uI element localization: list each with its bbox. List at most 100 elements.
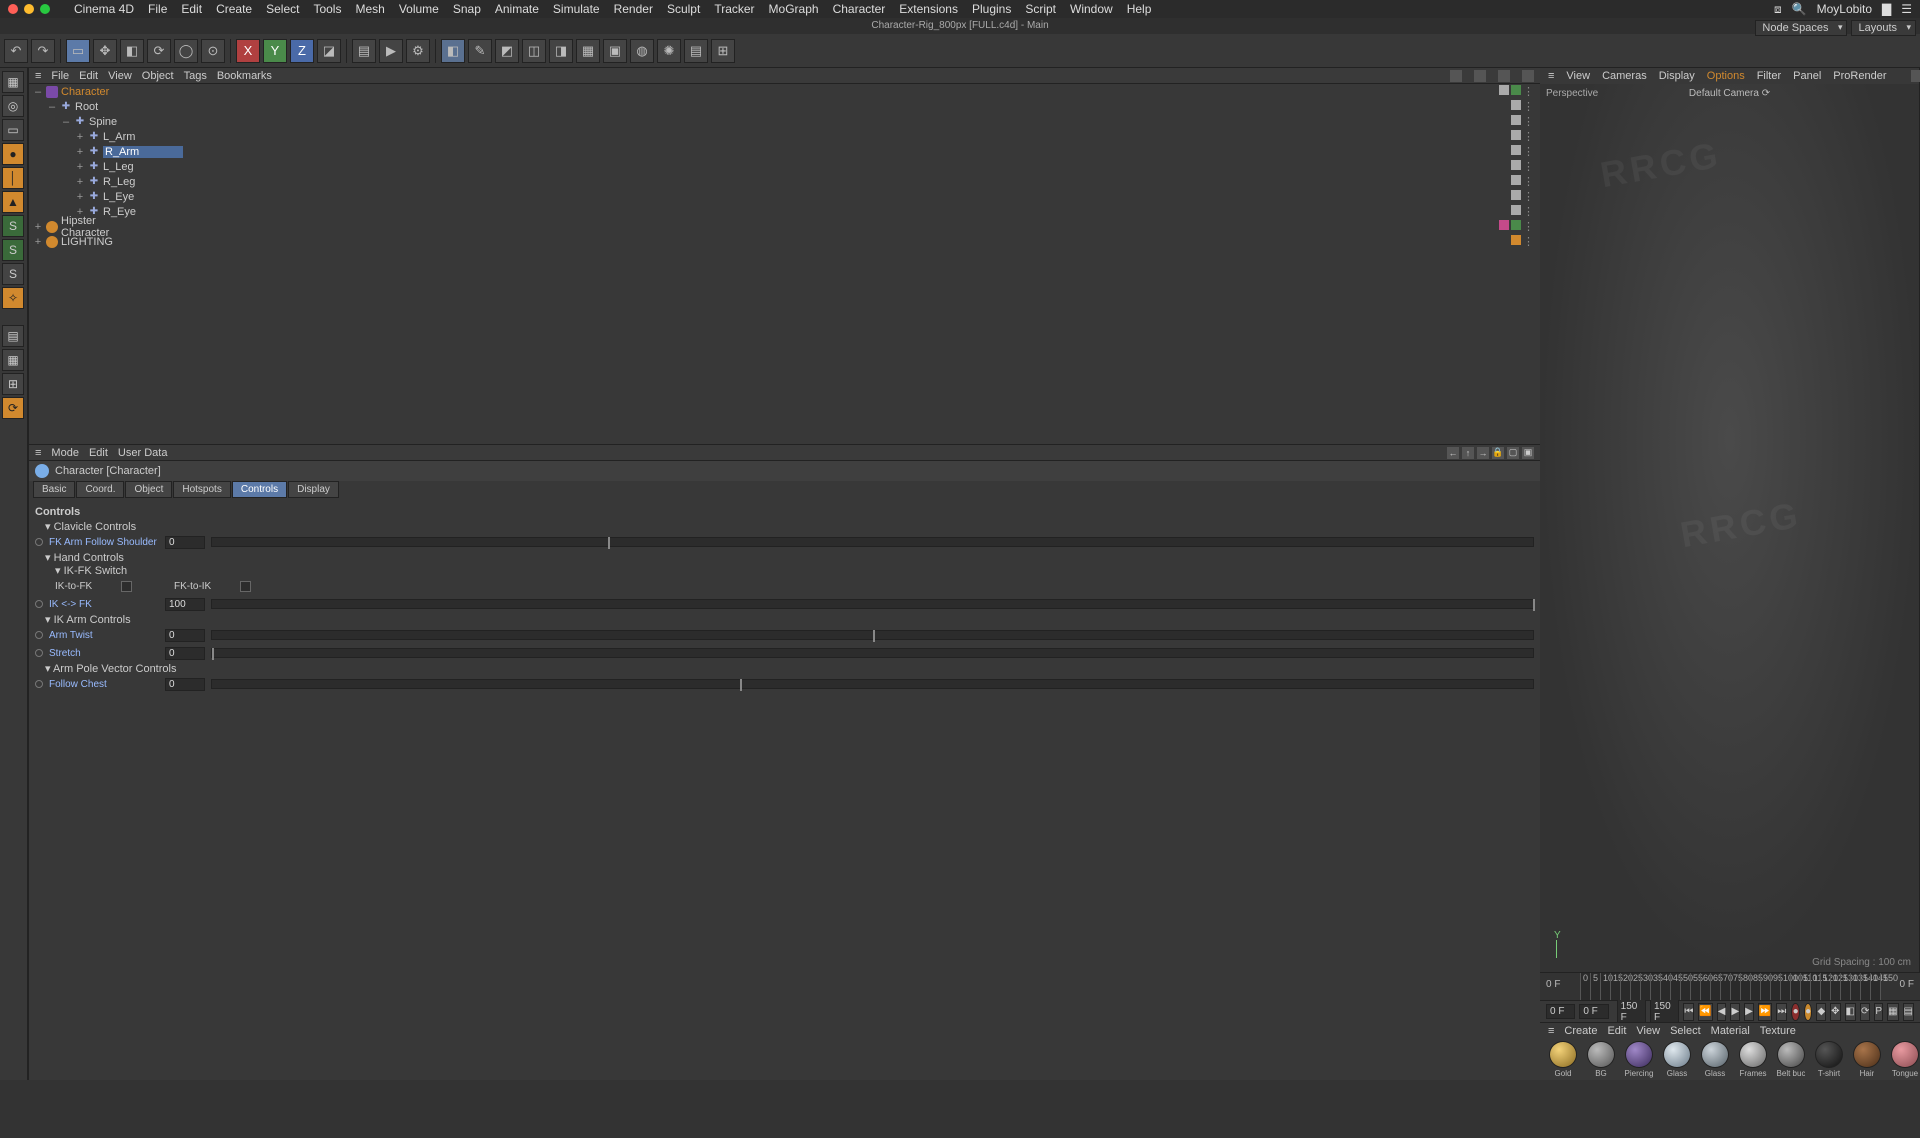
next-frame-icon[interactable]: ▶ <box>1744 1003 1754 1021</box>
follow-chest-slider[interactable] <box>211 679 1534 689</box>
layer-dots-icon[interactable]: ⋮ <box>1523 145 1534 158</box>
vp-menu-panel[interactable]: Panel <box>1793 70 1821 82</box>
layer-dots-icon[interactable]: ⋮ <box>1523 85 1534 98</box>
am-menu-user-data[interactable]: User Data <box>118 447 168 459</box>
tree-expander-icon[interactable]: + <box>75 146 85 158</box>
am-up-icon[interactable]: ↑ <box>1462 447 1474 459</box>
poly-mode-icon[interactable]: ▲ <box>2 191 24 213</box>
texture-mode-icon[interactable]: ◎ <box>2 95 24 117</box>
tag-grey-icon[interactable] <box>1511 190 1521 200</box>
om-search-icon[interactable] <box>1450 70 1462 82</box>
layouts-dropdown[interactable]: Layouts <box>1851 20 1916 36</box>
viewport-camera-label[interactable]: Default Camera ⟳ <box>1689 88 1770 99</box>
am-menu-edit[interactable]: Edit <box>89 447 108 459</box>
am-menu-mode[interactable]: Mode <box>51 447 79 459</box>
add-field-icon[interactable]: ▦ <box>576 39 600 63</box>
attr-tab-object[interactable]: Object <box>125 481 172 498</box>
tree-row-spine[interactable]: –✚Spine⋮ <box>29 114 1540 129</box>
frame-end-field-1[interactable]: 150 F <box>1617 999 1646 1025</box>
tree-object-name[interactable]: LIGHTING <box>61 236 141 248</box>
menu-render[interactable]: Render <box>614 2 653 16</box>
snap-s2-icon[interactable]: S <box>2 239 24 261</box>
tree-row-l_eye[interactable]: +✚L_Eye⋮ <box>29 189 1540 204</box>
layer-dots-icon[interactable]: ⋮ <box>1523 175 1534 188</box>
ikfk-switch-group[interactable]: ▾ IK-FK Switch <box>55 564 1534 577</box>
om-eye-icon[interactable] <box>1522 70 1534 82</box>
menu-character[interactable]: Character <box>833 2 886 16</box>
menu-create[interactable]: Create <box>216 2 252 16</box>
vp-menu-prorender[interactable]: ProRender <box>1833 70 1886 82</box>
wifi-icon[interactable]: ⧈ <box>1774 2 1782 17</box>
app-name[interactable]: Cinema 4D <box>74 2 134 16</box>
frame-current-field[interactable]: 0 F <box>1579 1004 1608 1019</box>
vp-menu-filter[interactable]: Filter <box>1757 70 1781 82</box>
menu-file[interactable]: File <box>148 2 167 16</box>
mm-hamburger-icon[interactable]: ≡ <box>1548 1025 1554 1037</box>
attr-tab-coord[interactable]: Coord. <box>76 481 124 498</box>
menu-select[interactable]: Select <box>266 2 299 16</box>
material-t-shirt[interactable]: T-shirt <box>1812 1041 1846 1078</box>
key-scale-icon[interactable]: ◧ <box>1845 1003 1856 1021</box>
mm-menu-texture[interactable]: Texture <box>1760 1025 1796 1037</box>
menu-mograph[interactable]: MoGraph <box>769 2 819 16</box>
tag-grey-icon[interactable] <box>1511 115 1521 125</box>
fk-arm-follow-value[interactable]: 0 <box>165 536 205 549</box>
autokey-icon[interactable]: ● <box>1804 1003 1813 1021</box>
zoom-window-icon[interactable] <box>40 4 50 14</box>
menu-sculpt[interactable]: Sculpt <box>667 2 700 16</box>
am-new-icon[interactable]: ▢ <box>1507 447 1519 459</box>
minimize-window-icon[interactable] <box>24 4 34 14</box>
tree-row-l_arm[interactable]: +✚L_Arm⋮ <box>29 129 1540 144</box>
mm-menu-select[interactable]: Select <box>1670 1025 1701 1037</box>
select-tool-icon[interactable]: ▭ <box>66 39 90 63</box>
tree-expander-icon[interactable]: + <box>75 176 85 188</box>
tree-expander-icon[interactable]: + <box>33 221 43 233</box>
attr-tab-basic[interactable]: Basic <box>33 481 75 498</box>
anim-dot-icon[interactable] <box>35 631 43 639</box>
tag-grey-icon[interactable] <box>1511 130 1521 140</box>
snap-toggle-icon[interactable]: ⊞ <box>2 373 24 395</box>
axis-z-toggle[interactable]: Z <box>290 39 314 63</box>
tag-grey-icon[interactable] <box>1499 85 1509 95</box>
next-key-icon[interactable]: ⏩ <box>1758 1003 1772 1021</box>
key-pla-icon[interactable]: ▦ <box>1887 1003 1898 1021</box>
tag-grey-icon[interactable] <box>1511 100 1521 110</box>
goto-end-icon[interactable]: ⏭ <box>1776 1003 1787 1021</box>
ik-fk-slider[interactable] <box>211 599 1534 609</box>
viewport-solo-icon[interactable]: ▤ <box>684 39 708 63</box>
om-menu-view[interactable]: View <box>108 70 132 82</box>
anim-dot-icon[interactable] <box>35 538 43 546</box>
stretch-slider[interactable] <box>211 648 1534 658</box>
control-center-icon[interactable]: ☰ <box>1901 2 1912 16</box>
rotate-tool-icon[interactable]: ⟳ <box>147 39 171 63</box>
menu-script[interactable]: Script <box>1025 2 1056 16</box>
attr-tab-display[interactable]: Display <box>288 481 339 498</box>
material-frames[interactable]: Frames <box>1736 1041 1770 1078</box>
tree-expander-icon[interactable]: + <box>75 191 85 203</box>
vp-menu-view[interactable]: View <box>1566 70 1590 82</box>
tree-object-name[interactable]: Spine <box>89 116 169 128</box>
ik-fk-value[interactable]: 100 <box>165 598 205 611</box>
enable-axis-icon[interactable]: ▤ <box>2 325 24 347</box>
vp-menu-cameras[interactable]: Cameras <box>1602 70 1647 82</box>
attr-tab-hotspots[interactable]: Hotspots <box>173 481 230 498</box>
tree-object-name[interactable]: Character <box>61 86 141 98</box>
record-icon[interactable]: ● <box>1791 1003 1800 1021</box>
pole-vector-group[interactable]: ▾ Arm Pole Vector Controls <box>45 662 1534 675</box>
material-gold[interactable]: Gold <box>1546 1041 1580 1078</box>
object-manager-tree[interactable]: –Character⋮–✚Root⋮–✚Spine⋮+✚L_Arm⋮+✚R_Ar… <box>29 84 1540 444</box>
tree-expander-icon[interactable]: + <box>33 236 43 248</box>
key-opts-icon[interactable]: ▤ <box>1903 1003 1914 1021</box>
coord-system-icon[interactable]: ◪ <box>317 39 341 63</box>
material-bg[interactable]: BG <box>1584 1041 1618 1078</box>
last-tool-icon[interactable]: ◯ <box>174 39 198 63</box>
goto-start-icon[interactable]: ⏮ <box>1683 1003 1694 1021</box>
layer-dots-icon[interactable]: ⋮ <box>1523 100 1534 113</box>
user-name[interactable]: MoyLobito <box>1817 2 1872 16</box>
tree-row-lighting[interactable]: +LIGHTING⋮ <box>29 234 1540 249</box>
tree-row-r_leg[interactable]: +✚R_Leg⋮ <box>29 174 1540 189</box>
tree-object-name[interactable]: L_Arm <box>103 131 183 143</box>
mm-menu-create[interactable]: Create <box>1564 1025 1597 1037</box>
add-generator-icon[interactable]: ◩ <box>495 39 519 63</box>
vp-menu-options[interactable]: Options <box>1707 70 1745 82</box>
